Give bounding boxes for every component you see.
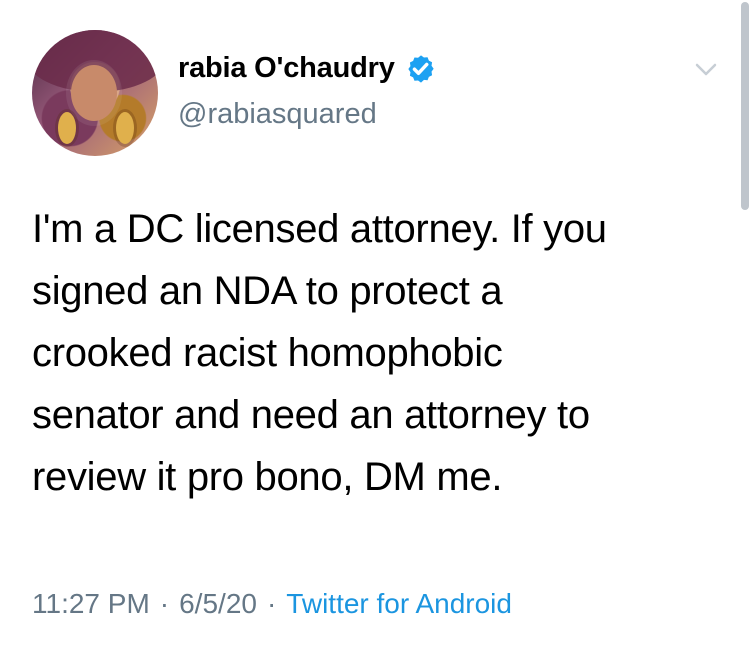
- avatar-earring-left: [58, 112, 76, 144]
- author-name[interactable]: rabia O'chaudry: [178, 52, 395, 85]
- avatar[interactable]: [32, 30, 158, 156]
- tweet-meta: 11:27 PM · 6/5/20 · Twitter for Android: [32, 588, 512, 620]
- tweet-time: 11:27 PM: [32, 588, 150, 619]
- author-row[interactable]: rabia O'chaudry: [178, 52, 437, 85]
- tweet-text: I'm a DC licensed attorney. If you signe…: [32, 207, 607, 499]
- tweet-source-link[interactable]: Twitter for Android: [286, 588, 512, 620]
- avatar-face: [71, 65, 117, 121]
- verified-badge-icon: [407, 54, 434, 83]
- avatar-earring-right: [116, 112, 134, 144]
- meta-separator: ·: [266, 588, 277, 619]
- chevron-down-icon[interactable]: [694, 62, 718, 78]
- meta-separator: ·: [159, 588, 170, 619]
- scrollbar[interactable]: [741, 2, 749, 210]
- tweet-date: 6/5/20: [179, 588, 257, 619]
- author-handle[interactable]: @rabiasquared: [178, 98, 377, 131]
